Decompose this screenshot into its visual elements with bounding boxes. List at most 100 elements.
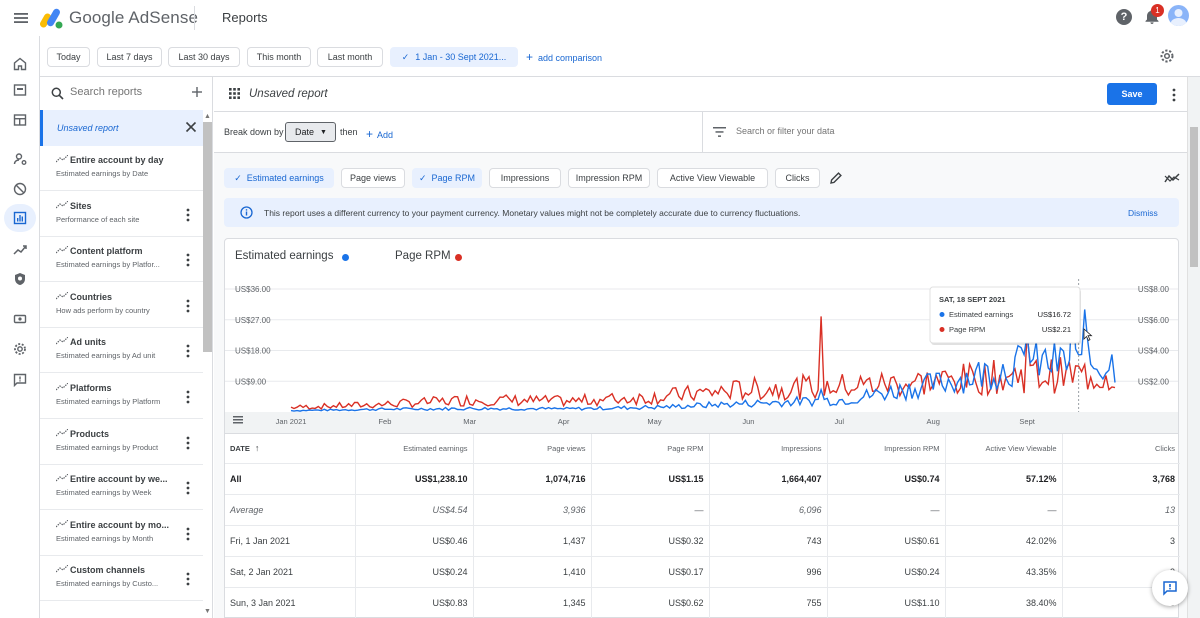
account-settings-icon[interactable]: [8, 337, 32, 361]
reports-icon[interactable]: [4, 204, 36, 232]
more-options-icon[interactable]: [186, 208, 190, 222]
blocking-controls-icon[interactable]: [8, 177, 32, 201]
column-header[interactable]: Impressions: [709, 434, 828, 464]
more-options-icon[interactable]: [186, 253, 190, 267]
date-chip-this-month[interactable]: This month: [247, 47, 311, 67]
more-options-icon[interactable]: [186, 527, 190, 541]
table-cell: US$0.74: [827, 463, 946, 495]
close-icon[interactable]: [185, 121, 197, 133]
table-row[interactable]: Sun, 3 Jan 2021 US$0.83 1,345 US$0.62 755 US$…: [225, 587, 1180, 618]
column-header[interactable]: Estimated earnings: [355, 434, 474, 464]
banner-message: This report uses a different currency to…: [264, 208, 801, 218]
date-chip-last-30-days[interactable]: Last 30 days: [168, 47, 240, 67]
metric-chip-label: Active View Viewable: [669, 173, 756, 183]
saved-report-item[interactable]: Products Estimated earnings by Product: [40, 420, 203, 465]
more-options-icon[interactable]: [186, 572, 190, 586]
saved-report-item[interactable]: Entire account by we... Estimated earning…: [40, 465, 203, 511]
report-search-input[interactable]: [70, 86, 190, 98]
saved-report-title: Ad units: [70, 337, 106, 348]
date-chip-last-7-days[interactable]: Last 7 days: [97, 47, 162, 67]
table-row[interactable]: Fri, 1 Jan 2021 US$0.46 1,437 US$0.32 743 US$…: [225, 525, 1180, 557]
x-tick-label: Jan 2021: [276, 417, 307, 426]
privacy-messaging-icon[interactable]: [8, 147, 32, 171]
saved-report-item[interactable]: Entire account by day Estimated earnings …: [40, 146, 203, 191]
metric-chip[interactable]: Impressions: [489, 168, 561, 188]
table-cell: US$1.15: [591, 463, 710, 495]
date-chip-today[interactable]: Today: [47, 47, 90, 67]
table-cell: All: [225, 463, 356, 495]
home-icon[interactable]: [8, 52, 32, 76]
panel-scrollbar[interactable]: [203, 122, 212, 352]
saved-report-item[interactable]: Custom channels Estimated earnings by Cus…: [40, 556, 203, 602]
column-header[interactable]: Clicks: [1062, 434, 1180, 464]
more-options-icon[interactable]: [186, 436, 190, 450]
report-title[interactable]: Unsaved report: [249, 88, 328, 100]
y-left-tick-label: US$18.00: [235, 347, 271, 356]
page-scrollbar[interactable]: [1187, 77, 1200, 618]
feedback-icon[interactable]: [8, 368, 32, 392]
column-header-date[interactable]: DATE ↑: [225, 434, 356, 464]
filter-search-input[interactable]: [736, 126, 1036, 136]
breakdown-row: Break down by Date ▼ then + Add: [214, 112, 1187, 153]
payments-icon[interactable]: [8, 307, 32, 331]
metric-chip[interactable]: Page views: [341, 168, 405, 188]
account-avatar[interactable]: [1168, 5, 1189, 26]
save-button[interactable]: Save: [1107, 83, 1157, 105]
apps-grid-icon[interactable]: [229, 88, 240, 99]
saved-report-item[interactable]: Platforms Estimated earnings by Platform: [40, 374, 203, 419]
saved-report-item[interactable]: Entire account by mo... Estimated earning…: [40, 511, 203, 556]
metric-chip[interactable]: Active View Viewable: [657, 168, 768, 188]
metric-chip[interactable]: ✓ Estimated earnings: [224, 168, 334, 188]
help-icon[interactable]: ?: [1116, 9, 1132, 25]
more-options-icon[interactable]: [1172, 88, 1176, 102]
column-header[interactable]: Page RPM: [591, 434, 710, 464]
total-row[interactable]: All US$1,238.10 1,074,716 US$1.15 1,664,407 U…: [225, 463, 1180, 495]
add-comparison-link[interactable]: + add comparison: [526, 50, 602, 64]
column-header[interactable]: Active View Viewable: [945, 434, 1063, 464]
metric-chip[interactable]: Impression RPM: [568, 168, 650, 188]
more-options-icon[interactable]: [186, 344, 190, 358]
scroll-down-arrow[interactable]: ▼: [203, 607, 212, 616]
adsense-logo-icon[interactable]: [40, 6, 64, 30]
saved-report-item[interactable]: Content platform Estimated earnings by Pl…: [40, 237, 203, 283]
tooltip-series-dot: [939, 327, 945, 332]
chart-card: Estimated earnings Page RPM US$9.00 US$18…: [224, 238, 1179, 434]
column-header[interactable]: Impression RPM: [827, 434, 946, 464]
menu-icon[interactable]: [12, 9, 30, 27]
chart-table-toggle-icon[interactable]: [233, 416, 243, 424]
saved-report-title: Products: [70, 428, 110, 439]
average-row[interactable]: Average US$4.54 3,936—6,096— —13: [225, 494, 1180, 526]
breakdown-dimension-select[interactable]: Date ▼: [285, 122, 336, 142]
table-row[interactable]: Sat, 2 Jan 2021 US$0.24 1,410 US$0.17 996 US$…: [225, 556, 1180, 588]
add-dimension-button[interactable]: + Add: [366, 127, 393, 141]
date-range-picker[interactable]: ✓ 1 Jan - 30 Sept 2021...: [390, 47, 518, 67]
saved-report-item[interactable]: Sites Performance of each site: [40, 192, 203, 237]
policy-center-icon[interactable]: [8, 267, 32, 291]
new-report-plus-icon[interactable]: [190, 85, 204, 99]
metric-chip[interactable]: ✓ Page RPM: [412, 168, 482, 188]
column-header[interactable]: Page views: [473, 434, 592, 464]
more-options-icon[interactable]: [186, 481, 190, 495]
saved-report-item[interactable]: Countries How ads perform by country: [40, 283, 203, 328]
settings-gear-icon[interactable]: [1159, 48, 1175, 64]
check-icon: ✓: [234, 172, 242, 183]
feedback-fab[interactable]: [1152, 570, 1188, 606]
dismiss-button[interactable]: Dismiss: [1128, 208, 1158, 218]
optimization-icon[interactable]: [8, 238, 32, 262]
scroll-up-arrow[interactable]: ▲: [203, 112, 212, 121]
earnings-line-chart[interactable]: US$9.00 US$18.00 US$27.00 US$36.00 US$2.00 US…: [225, 239, 1179, 434]
info-icon: [240, 206, 253, 219]
ads-icon[interactable]: [8, 108, 32, 132]
date-chip-last-month[interactable]: Last month: [317, 47, 383, 67]
metric-chip[interactable]: Clicks: [775, 168, 820, 188]
sites-icon[interactable]: [8, 78, 32, 102]
active-report-item[interactable]: Unsaved report: [40, 110, 203, 146]
more-options-icon[interactable]: [186, 299, 190, 313]
more-options-icon[interactable]: [186, 390, 190, 404]
page-scrollbar-thumb[interactable]: [1190, 127, 1198, 267]
edit-metrics-pencil-icon[interactable]: [829, 171, 843, 185]
dropdown-arrow-icon: ▼: [320, 128, 327, 136]
date-range-label: 1 Jan - 30 Sept 2021...: [415, 52, 507, 62]
chart-type-icon[interactable]: [1164, 172, 1180, 184]
saved-report-item[interactable]: Ad units Estimated earnings by Ad unit: [40, 328, 203, 374]
